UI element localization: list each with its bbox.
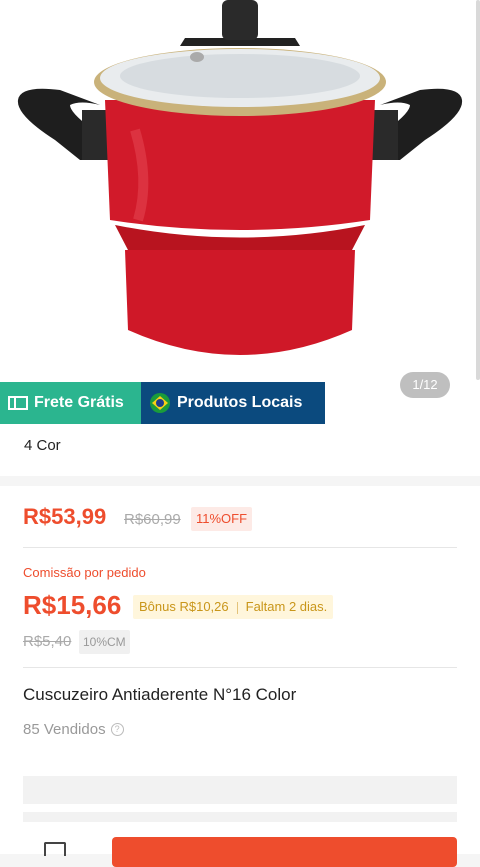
ticket-icon (8, 396, 28, 410)
bonus-divider (236, 601, 238, 614)
free-shipping-badge: Frete Grátis (0, 382, 141, 424)
variant-count: 4 Cor (24, 437, 61, 454)
commission-original: R$5,40 (23, 633, 72, 650)
divider (23, 547, 457, 548)
variant-selector[interactable]: 4 Cor (0, 424, 480, 476)
local-products-badge: Produtos Locais (141, 382, 325, 424)
skeleton-bar (23, 812, 457, 822)
commission-rate: 10%CM (79, 630, 130, 654)
sold-count: 85 Vendidos ? (23, 721, 124, 738)
image-counter: 1/12 (400, 372, 450, 398)
commission-value: R$15,66 (23, 590, 122, 620)
primary-action-button[interactable] (112, 837, 457, 867)
bonus-badge: Bônus R$10,26 Faltam 2 dias. (133, 595, 334, 619)
divider (23, 667, 457, 668)
bottom-action-bar (0, 822, 480, 867)
current-price: R$53,99 (23, 504, 107, 529)
help-icon[interactable]: ? (110, 723, 124, 736)
scrollbar[interactable] (476, 0, 480, 380)
bonus-amount: Bônus R$10,26 (139, 599, 229, 614)
product-image-gallery[interactable]: 1/12 Frete Grátis Produtos Locais (0, 0, 480, 424)
sold-label: 85 Vendidos (23, 721, 106, 738)
discount-badge: 11%OFF (191, 507, 253, 531)
product-image (17, 0, 463, 355)
loading-section (0, 754, 480, 822)
product-title: Cuscuzeiro Antiaderente N°16 Color (23, 685, 297, 704)
skeleton-bar (23, 776, 457, 804)
product-info: R$53,99 R$60,99 11%OFF Comissão por pedi… (0, 486, 480, 754)
free-shipping-label: Frete Grátis (34, 394, 124, 411)
commission-label: Comissão por pedido (23, 565, 146, 580)
original-price: R$60,99 (124, 511, 181, 528)
brazil-flag-icon (150, 393, 170, 413)
bonus-remaining: Faltam 2 dias. (245, 599, 328, 614)
local-products-label: Produtos Locais (177, 394, 303, 411)
